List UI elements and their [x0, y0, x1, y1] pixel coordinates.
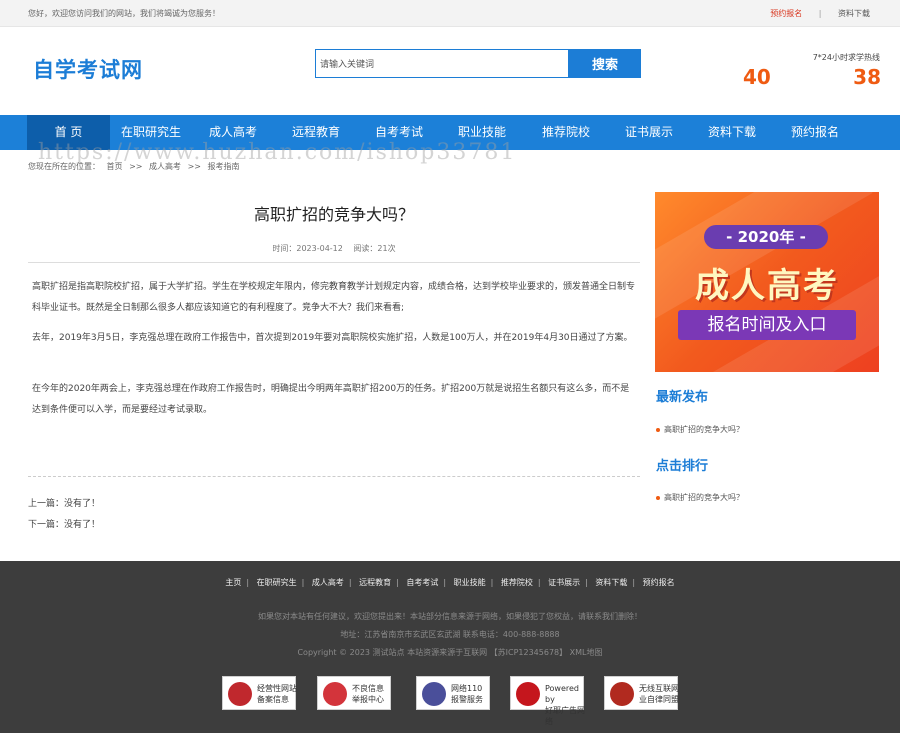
badge-website-record[interactable]: 经营性网站 备案信息: [222, 676, 297, 710]
footer-link[interactable]: 推荐院校: [501, 578, 533, 587]
footer-divider: |: [632, 578, 636, 587]
nav-item-certificates[interactable]: 证书展示: [608, 115, 690, 150]
bullet-icon: [656, 427, 660, 432]
breadcrumb: 您现在所在的位置： 首页 >> 成人高考 >> 报考指南: [28, 161, 244, 172]
breadcrumb-separator: >>: [187, 162, 201, 171]
article-paragraph: 在今年的2020年两会上，李克强总理在作政府工作报告时，明确提出今明两年高职扩招…: [32, 384, 630, 415]
search-bar: 搜索: [315, 49, 641, 79]
top-register-link[interactable]: 预约报名: [770, 9, 802, 18]
welcome-text: 您好，欢迎您访问我们的网站，我们将竭诚为您服务！: [28, 9, 220, 18]
hot-heading: 点击排行: [656, 459, 709, 474]
badge-text: 不良信息 举报中心: [352, 684, 384, 704]
allyes-logo-icon: [516, 682, 540, 706]
bullet-icon: [656, 495, 660, 500]
top-download-link[interactable]: 资料下载: [838, 9, 870, 18]
footer-badges: 经营性网站 备案信息 不良信息 举报中心 网络110 报警服务 Powered by 好…: [222, 676, 692, 726]
footer-link[interactable]: 主页: [225, 578, 241, 587]
site-footer: 主页 | 在职研究生 | 成人高考 | 远程教育 | 自考考试 | 职业技能 | 推荐院校 |…: [0, 561, 900, 733]
article-views: 阅读：21次: [353, 244, 396, 253]
next-article-link[interactable]: 下一篇：没有了！: [28, 517, 100, 530]
breadcrumb-prefix: 您现在所在的位置：: [28, 162, 100, 171]
footer-link[interactable]: 成人高考: [312, 578, 344, 587]
badge-wireless-alliance[interactable]: 无线互联网 业自律同盟: [604, 676, 679, 710]
nav-item-downloads[interactable]: 资料下载: [690, 115, 774, 150]
footer-nav: 主页 | 在职研究生 | 成人高考 | 远程教育 | 自考考试 | 职业技能 | 推荐院校 |…: [0, 577, 900, 588]
search-button[interactable]: 搜索: [569, 49, 641, 78]
footer-divider: |: [585, 578, 588, 587]
badge-report-center[interactable]: 不良信息 举报中心: [317, 676, 391, 710]
footer-copyright: Copyright © 2023 测试站点 本站资源来源于互联网 【苏ICP12…: [297, 648, 603, 657]
article-title: 高职扩招的竞争大吗？: [253, 205, 414, 224]
badge-police-110[interactable]: 网络110 报警服务: [416, 676, 490, 710]
breadcrumb-separator: >>: [129, 162, 143, 171]
hot-item-label: 高职扩招的竞争大吗？: [664, 493, 744, 502]
adult-exam-banner[interactable]: - 2020年 - 成人高考 报名时间及入口: [655, 192, 879, 372]
alliance-seal-icon: [610, 682, 634, 706]
report-center-icon: [323, 682, 347, 706]
footer-link[interactable]: 预约报名: [643, 578, 675, 587]
latest-list-item[interactable]: 高职扩招的竞争大吗？: [656, 424, 744, 435]
footer-notice: 如果您对本站有任何建议，欢迎您提出来！本站部分信息来源于网络，如果侵犯了您权益，…: [258, 612, 642, 621]
footer-link[interactable]: 自考考试: [406, 578, 438, 587]
footer-divider: |: [490, 578, 494, 587]
article-time: 时间：2023-04-12: [272, 244, 343, 253]
police-badge-icon: [228, 682, 252, 706]
footer-link[interactable]: 资料下载: [595, 578, 627, 587]
breadcrumb-current[interactable]: 报考指南: [208, 162, 240, 171]
footer-divider: |: [443, 578, 447, 587]
banner-headline: 成人高考: [695, 266, 839, 306]
latest-item-label: 高职扩招的竞争大吗？: [664, 425, 744, 434]
footer-divider: |: [246, 578, 250, 587]
footer-link[interactable]: 在职研究生: [257, 578, 297, 587]
hotline-number: 40 38: [743, 65, 881, 91]
footer-link[interactable]: 远程教育: [359, 578, 391, 587]
nav-item-register[interactable]: 预约报名: [774, 115, 856, 150]
hotline-label: 7*24小时求学热线: [812, 53, 880, 62]
hotline-digits-left: 40: [743, 65, 771, 89]
banner-subtitle: 报名时间及入口: [678, 310, 856, 340]
article-end-divider: [28, 476, 640, 477]
footer-link[interactable]: 证书展示: [548, 578, 580, 587]
police-shield-icon: [422, 682, 446, 706]
prev-article-link[interactable]: 上一篇：没有了！: [28, 496, 100, 509]
footer-address: 地址：江苏省南京市玄武区玄武湖 联系电话：400-888-8888: [340, 630, 560, 639]
badge-text: 经营性网站 备案信息: [257, 684, 297, 704]
badge-text: 网络110 报警服务: [451, 684, 483, 704]
footer-divider: |: [348, 578, 352, 587]
site-header: 自学考试网 搜索 7*24小时求学热线 40 38: [0, 27, 900, 115]
breadcrumb-home[interactable]: 首页: [107, 162, 123, 171]
footer-divider: |: [537, 578, 541, 587]
footer-link[interactable]: 职业技能: [454, 578, 486, 587]
nav-item-recommended-schools[interactable]: 推荐院校: [524, 115, 608, 150]
top-links: 预约报名 | 资料下载: [770, 8, 870, 19]
badge-allyes[interactable]: Powered by 好耶广告网络: [510, 676, 585, 726]
hotline-digits-right: 38: [853, 65, 881, 89]
badge-text: 无线互联网 业自律同盟: [639, 684, 679, 704]
top-bar: 您好，欢迎您访问我们的网站，我们将竭诚为您服务！ 预约报名 | 资料下载: [0, 0, 900, 27]
breadcrumb-category[interactable]: 成人高考: [149, 162, 181, 171]
article-meta: 时间：2023-04-12 阅读：21次: [28, 243, 640, 254]
latest-heading: 最新发布: [656, 390, 709, 405]
footer-divider: |: [396, 578, 399, 587]
badge-text: Powered by 好耶广告网络: [545, 684, 585, 726]
search-input[interactable]: [315, 49, 569, 78]
article-paragraph: 高职扩招是指高职院校扩招，属于大学扩招。学生在学校规定年限内，修完教育教学计划规…: [32, 282, 636, 313]
footer-divider: |: [301, 578, 305, 587]
hot-list-item[interactable]: 高职扩招的竞争大吗？: [656, 492, 744, 503]
top-links-divider: |: [818, 9, 822, 18]
banner-year: - 2020年 -: [704, 225, 828, 249]
site-logo[interactable]: 自学考试网: [33, 54, 143, 84]
article-divider: [28, 262, 640, 263]
article-paragraph: 去年，2019年3月5日，李克强总理在政府工作报告中，首次提到2019年要对高职…: [32, 333, 633, 343]
